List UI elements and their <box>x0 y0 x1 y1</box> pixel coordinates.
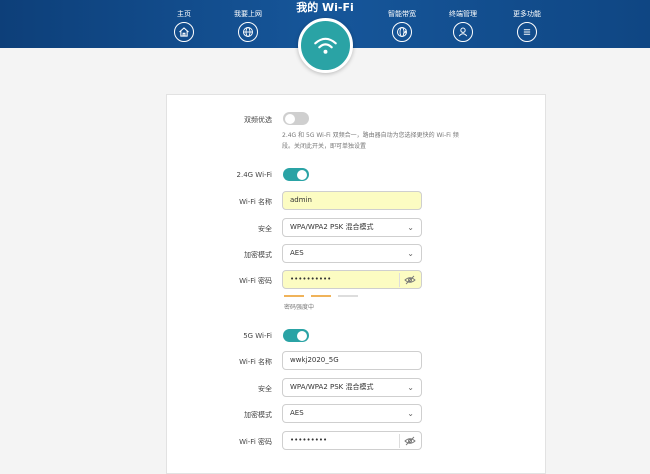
dual-band-label: 双频优选 <box>244 116 272 124</box>
strength-segment <box>284 295 304 297</box>
menu-icon[interactable] <box>517 22 537 42</box>
band24-password-label: Wi-Fi 密码 <box>239 277 272 285</box>
nav-devices-label: 终端管理 <box>449 10 477 18</box>
band24-security-label: 安全 <box>258 225 272 233</box>
divider <box>399 273 400 287</box>
strength-segment <box>338 295 358 297</box>
band5-toggle[interactable] <box>283 329 309 342</box>
band24-password-input[interactable]: •••••••••• <box>282 270 422 289</box>
strength-segment <box>311 295 331 297</box>
band24-name-input[interactable]: admin <box>282 191 422 210</box>
band24-encryption-value: AES <box>290 249 304 257</box>
user-icon[interactable] <box>453 22 473 42</box>
band24-security-value: WPA/WPA2 PSK 混合模式 <box>290 223 374 231</box>
nav-more[interactable]: 更多功能 <box>502 0 552 42</box>
password-strength-label: 密码强度中 <box>284 304 315 311</box>
band24-security-select[interactable]: WPA/WPA2 PSK 混合模式 ⌄ <box>282 218 422 237</box>
band5-encryption-label: 加密模式 <box>244 411 272 419</box>
dual-band-note-line2: 段。关闭此开关，即可单独设置 <box>282 143 367 150</box>
eye-icon[interactable] <box>404 274 416 286</box>
band5-title: 5G Wi-Fi <box>243 332 272 340</box>
chevron-down-icon: ⌄ <box>407 383 414 392</box>
nav-internet-label: 我要上网 <box>234 10 262 18</box>
dual-band-toggle[interactable] <box>283 112 309 125</box>
nav-home-label: 主页 <box>177 10 191 18</box>
band24-name-label: Wi-Fi 名称 <box>239 198 272 206</box>
band5-security-value: WPA/WPA2 PSK 混合模式 <box>290 383 374 391</box>
band5-security-select[interactable]: WPA/WPA2 PSK 混合模式 ⌄ <box>282 378 422 397</box>
band24-encryption-select[interactable]: AES ⌄ <box>282 244 422 263</box>
band5-encryption-select[interactable]: AES ⌄ <box>282 404 422 423</box>
band5-name-input[interactable]: wwkj2020_5G <box>282 351 422 370</box>
band5-password-value: ••••••••• <box>290 436 328 444</box>
band5-security-label: 安全 <box>258 385 272 393</box>
chevron-down-icon: ⌄ <box>407 249 414 258</box>
home-icon[interactable] <box>174 22 194 42</box>
page-title: 我的 Wi-Fi <box>296 1 354 14</box>
nav-more-label: 更多功能 <box>513 10 541 18</box>
toggle-knob <box>297 330 307 341</box>
toggle-knob <box>297 169 307 180</box>
band24-toggle[interactable] <box>283 168 309 181</box>
wifi-icon[interactable] <box>298 18 353 73</box>
chevron-down-icon: ⌄ <box>407 223 414 232</box>
dual-band-note-line1: 2.4G 和 5G Wi-Fi 双频合一，路由器自动为您选择更快的 Wi-Fi … <box>282 132 459 139</box>
toggle-knob <box>285 113 295 124</box>
dual-band-note: 2.4G 和 5G Wi-Fi 双频合一，路由器自动为您选择更快的 Wi-Fi … <box>282 130 522 152</box>
divider <box>399 434 400 448</box>
band24-encryption-label: 加密模式 <box>244 251 272 259</box>
nav-bandwidth-label: 智能带宽 <box>388 10 416 18</box>
bandwidth-globe-icon[interactable] <box>392 22 412 42</box>
band5-name-label: Wi-Fi 名称 <box>239 358 272 366</box>
nav-home[interactable]: 主页 <box>159 0 209 42</box>
band24-title: 2.4G Wi-Fi <box>236 171 272 179</box>
nav-devices[interactable]: 终端管理 <box>438 0 488 42</box>
eye-icon[interactable] <box>404 435 416 447</box>
band24-password-value: •••••••••• <box>290 275 332 283</box>
band5-password-input[interactable]: ••••••••• <box>282 431 422 450</box>
nav-internet[interactable]: 我要上网 <box>223 0 273 42</box>
nav-bandwidth[interactable]: 智能带宽 <box>377 0 427 42</box>
band5-encryption-value: AES <box>290 409 304 417</box>
chevron-down-icon: ⌄ <box>407 409 414 418</box>
band5-password-label: Wi-Fi 密码 <box>239 438 272 446</box>
globe-icon[interactable] <box>238 22 258 42</box>
